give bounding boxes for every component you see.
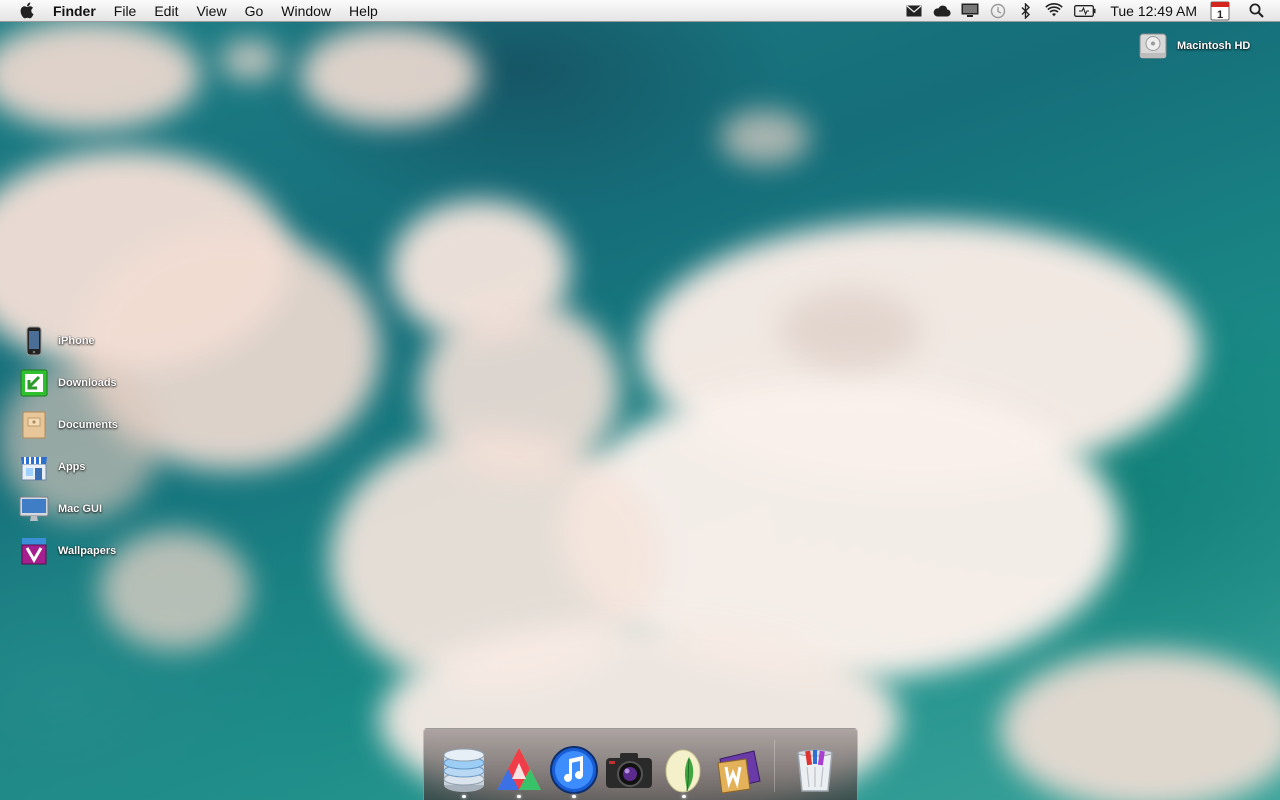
desktop-item-documents[interactable]: Documents	[19, 410, 118, 440]
desktop-label-documents: Documents	[58, 419, 118, 431]
desktop-label-wallpapers: Wallpapers	[58, 545, 117, 557]
desktop-label-downloads: Downloads	[58, 377, 117, 389]
wallpapers-icon	[19, 536, 49, 566]
desktop-label-apps: Apps	[58, 461, 86, 473]
desktop-item-apps[interactable]: Apps	[19, 452, 86, 482]
dock-app-feather-egg[interactable]	[658, 738, 710, 800]
imac-icon	[19, 494, 49, 524]
apps-store-icon	[19, 452, 49, 482]
desktop-label-mac-gui: Mac GUI	[58, 503, 103, 515]
dock-app-color-prism[interactable]	[493, 738, 545, 800]
cloud-icon[interactable]	[933, 3, 951, 19]
menu-edit[interactable]: Edit	[145, 0, 187, 22]
desktop-label-macintosh-hd: Macintosh HD	[1177, 40, 1251, 52]
camera-app-icon	[606, 753, 652, 788]
desktop-wallpaper	[0, 0, 1280, 800]
desktop-item-iphone[interactable]: iPhone	[19, 326, 95, 356]
wifi-icon[interactable]	[1045, 3, 1064, 19]
dock-app-wunderkit[interactable]	[713, 738, 765, 800]
desktop-label-iphone: iPhone	[58, 335, 95, 347]
downloads-folder-icon	[19, 368, 49, 398]
calendar-day-text: 1	[1217, 9, 1223, 21]
bluetooth-icon[interactable]	[1017, 2, 1035, 19]
spotlight-search-icon[interactable]	[1247, 3, 1265, 19]
menu-view[interactable]: View	[187, 0, 235, 22]
documents-folder-icon	[19, 410, 49, 440]
menu-clock[interactable]: Tue 12:49 AM	[1110, 3, 1197, 19]
mail-icon[interactable]	[905, 3, 923, 19]
trash-icon	[797, 749, 833, 792]
stack-app-icon	[443, 748, 485, 792]
desktop-item-mac-gui[interactable]: Mac GUI	[19, 494, 102, 524]
dock-running-indicator	[572, 795, 576, 798]
dock-separator	[774, 740, 775, 792]
color-prism-app-icon	[497, 748, 541, 790]
iphone-icon	[19, 326, 49, 356]
battery-icon[interactable]	[1073, 3, 1097, 19]
menu-app-name[interactable]: Finder	[51, 0, 105, 22]
menu-bar: Finder File Edit View Go Window Help Tue…	[0, 0, 1280, 22]
hard-drive-icon	[1138, 31, 1168, 61]
itunes-app-icon	[550, 746, 598, 794]
dock-running-indicator	[517, 795, 521, 798]
dock-app-stack[interactable]	[438, 738, 490, 800]
dock-trash[interactable]	[789, 738, 841, 800]
apple-menu-icon[interactable]	[19, 2, 35, 19]
dock-app-itunes[interactable]	[548, 738, 600, 800]
wunderkit-app-icon	[717, 750, 761, 794]
dock-running-indicator	[462, 795, 466, 798]
desktop-item-downloads[interactable]: Downloads	[19, 368, 117, 398]
calendar-icon[interactable]: 1	[1210, 1, 1230, 21]
dock-app-camera[interactable]	[603, 738, 655, 800]
dock-running-indicator	[682, 795, 686, 798]
desktop-item-macintosh-hd[interactable]: Macintosh HD	[1138, 31, 1250, 61]
time-machine-icon[interactable]	[989, 3, 1007, 19]
desktop-item-wallpapers[interactable]: Wallpapers	[19, 536, 116, 566]
menu-window[interactable]: Window	[272, 0, 340, 22]
dock	[423, 728, 858, 800]
display-icon[interactable]	[961, 3, 979, 19]
menu-help[interactable]: Help	[340, 0, 387, 22]
menu-go[interactable]: Go	[236, 0, 273, 22]
feather-egg-app-icon	[665, 749, 701, 793]
menu-file[interactable]: File	[105, 0, 146, 22]
